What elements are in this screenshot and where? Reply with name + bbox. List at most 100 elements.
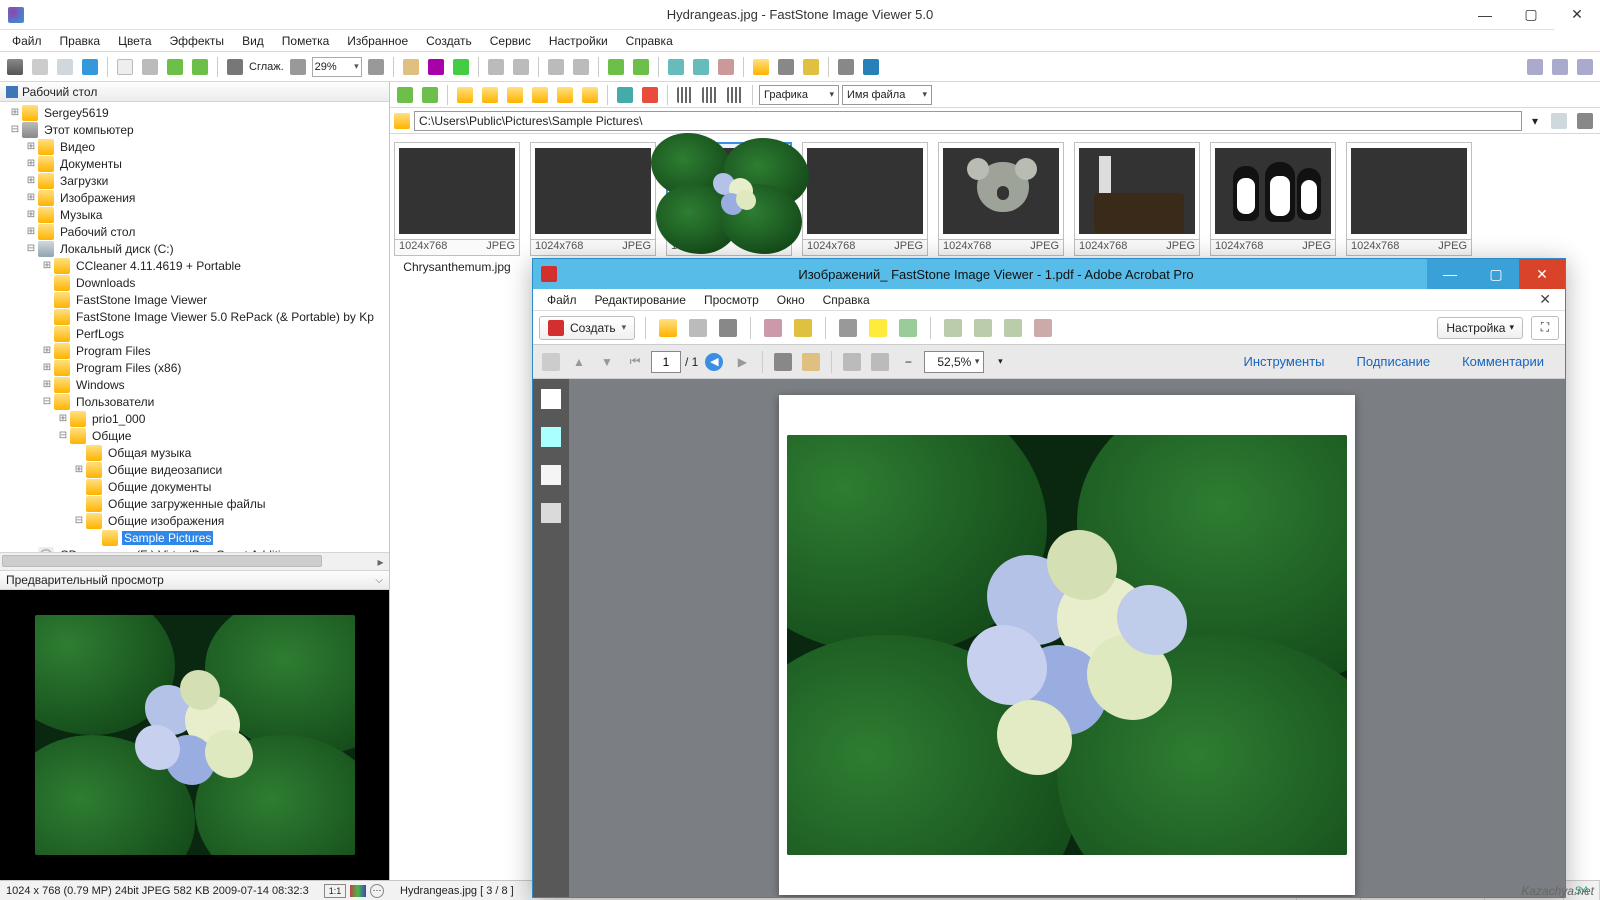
layout-1-icon[interactable]	[1524, 56, 1546, 78]
folder-5-icon[interactable]	[554, 84, 576, 106]
acrobat-doc-close-icon[interactable]: ✕	[1531, 289, 1559, 310]
tree-node[interactable]: ⊟Общие	[0, 427, 389, 444]
acrobat-tab-Подписание[interactable]: Подписание	[1342, 349, 1446, 374]
tree-twisty-icon[interactable]: ⊞	[72, 464, 86, 475]
preview-collapse-icon[interactable]: ⌵	[375, 575, 383, 586]
layout-2-icon[interactable]	[1549, 56, 1571, 78]
nav-back-icon[interactable]	[394, 84, 416, 106]
tree-twisty-icon[interactable]: ⊞	[40, 345, 54, 356]
acrobat-more-icon[interactable]: ▾	[988, 350, 1012, 374]
scan-icon[interactable]	[114, 56, 136, 78]
acrobat-bookmark-icon[interactable]	[541, 427, 561, 447]
acrobat-minus-icon[interactable]: −	[896, 350, 920, 374]
menu-Пометка[interactable]: Пометка	[274, 32, 338, 50]
acrobat-open-icon[interactable]	[656, 316, 680, 340]
acrobat-t3-icon[interactable]	[1001, 316, 1025, 340]
crop-icon[interactable]	[139, 56, 161, 78]
scroll-thumb[interactable]	[2, 555, 322, 567]
acrobat-titlebar[interactable]: Изображений_ FastStone Image Viewer - 1.…	[533, 259, 1565, 289]
tree-node[interactable]: ⊞Sergey5619	[0, 104, 389, 121]
menu-Сервис[interactable]: Сервис	[482, 32, 539, 50]
tree-twisty-icon[interactable]: ⊞	[40, 379, 54, 390]
acrobat-settings-button[interactable]: Настройка▾	[1437, 317, 1523, 339]
acrobat-nav-prev-icon[interactable]: ◀	[702, 350, 726, 374]
menu-Справка[interactable]: Справка	[618, 32, 681, 50]
acrobat-sign-icon[interactable]	[541, 503, 561, 523]
tree-twisty-icon[interactable]: ⊞	[24, 192, 38, 203]
tree-h-scrollbar[interactable]: ◂ ▸	[0, 552, 389, 570]
tree-twisty-icon[interactable]: ⊟	[40, 396, 54, 407]
filter-combo[interactable]: Графика	[759, 85, 839, 105]
tree-twisty-icon[interactable]: ⊟	[72, 515, 86, 526]
tree-node[interactable]: ⊞Общие видеозаписи	[0, 461, 389, 478]
acrobat-page-view[interactable]	[569, 379, 1565, 897]
view-details-icon[interactable]	[724, 84, 746, 106]
next-icon[interactable]	[510, 56, 532, 78]
acrobat-attach-icon[interactable]	[541, 465, 561, 485]
menu-Избранное[interactable]: Избранное	[339, 32, 416, 50]
tree-twisty-icon[interactable]: ⊞	[40, 362, 54, 373]
copy-icon[interactable]	[54, 56, 76, 78]
acrobat-tab-Инструменты[interactable]: Инструменты	[1228, 349, 1339, 374]
acrobat-zoomout-icon[interactable]	[840, 350, 864, 374]
acrobat-t2-icon[interactable]	[971, 316, 995, 340]
tree-node[interactable]: ⊟Общие изображения	[0, 512, 389, 529]
tree-twisty-icon[interactable]: ⊞	[8, 107, 22, 118]
nav-fwd-icon[interactable]	[419, 84, 441, 106]
one-to-one-button[interactable]: 1:1	[324, 884, 346, 898]
thumbnail[interactable]: 1024x768JPEG	[1210, 142, 1336, 274]
acrobat-create-button[interactable]: Создать ▾	[539, 316, 635, 340]
explorer-icon[interactable]	[1574, 110, 1596, 132]
tree-node[interactable]: ⊞Видео	[0, 138, 389, 155]
camera-icon[interactable]	[4, 56, 26, 78]
reload-icon[interactable]	[630, 56, 652, 78]
zoom-out-icon[interactable]	[287, 56, 309, 78]
last-icon[interactable]	[570, 56, 592, 78]
thumbnail[interactable]: 1024x768JPEG	[1074, 142, 1200, 274]
acrobat-menu-Редактирование[interactable]: Редактирование	[587, 291, 694, 309]
acrobat-edit-icon[interactable]	[761, 316, 785, 340]
tree-twisty-icon[interactable]: ⊟	[24, 243, 38, 254]
select-all-icon[interactable]	[614, 84, 636, 106]
tree-twisty-icon[interactable]: ⊞	[40, 260, 54, 271]
menu-Создать[interactable]: Создать	[418, 32, 480, 50]
path-input[interactable]: C:\Users\Public\Pictures\Sample Pictures…	[414, 111, 1522, 131]
acrobat-tab-Комментарии[interactable]: Комментарии	[1447, 349, 1559, 374]
tree-twisty-icon[interactable]: ⊞	[24, 209, 38, 220]
thumbnail[interactable]: 1024x768JPEG	[666, 142, 792, 274]
copy-path-icon[interactable]	[1548, 110, 1570, 132]
info-small-icon[interactable]: ⋯	[370, 884, 384, 898]
acrobat-print-icon[interactable]	[716, 316, 740, 340]
tree-node[interactable]: ⊞Документы	[0, 155, 389, 172]
cut-icon[interactable]	[29, 56, 51, 78]
tree-twisty-icon[interactable]: ⊟	[56, 430, 70, 441]
tree-node[interactable]: FastStone Image Viewer 5.0 RePack (& Por…	[0, 308, 389, 325]
tree-node[interactable]: PerfLogs	[0, 325, 389, 342]
tree-node[interactable]: ⊞prio1_000	[0, 410, 389, 427]
acrobat-down-icon[interactable]: ▼	[595, 350, 619, 374]
thumbnail[interactable]: 1024x768JPEG	[802, 142, 928, 274]
zoom-in-icon[interactable]	[365, 56, 387, 78]
refresh-icon[interactable]	[605, 56, 627, 78]
menu-Настройки[interactable]: Настройки	[541, 32, 616, 50]
rotate-left-icon[interactable]	[164, 56, 186, 78]
view-thumbs-icon[interactable]	[674, 84, 696, 106]
tree-node[interactable]: ⊞Program Files (x86)	[0, 359, 389, 376]
folder-6-icon[interactable]	[579, 84, 601, 106]
tree-node[interactable]: Sample Pictures	[0, 529, 389, 546]
acrobat-menu-Просмотр[interactable]: Просмотр	[696, 291, 767, 309]
green-sq-icon[interactable]	[450, 56, 472, 78]
home-folder-icon[interactable]	[479, 84, 501, 106]
acrobat-comment-icon[interactable]	[866, 316, 890, 340]
path-dropdown-icon[interactable]: ▾	[1526, 110, 1544, 132]
print-icon[interactable]	[775, 56, 797, 78]
tree-node[interactable]: ⊟Этот компьютер	[0, 121, 389, 138]
acrobat-hand-icon[interactable]	[799, 350, 823, 374]
tree-twisty-icon[interactable]: ⊞	[24, 158, 38, 169]
acrobat-share-icon[interactable]	[896, 316, 920, 340]
folder-open-icon[interactable]	[750, 56, 772, 78]
sort-combo[interactable]: Имя файла	[842, 85, 932, 105]
tool-b-icon[interactable]	[690, 56, 712, 78]
hand-icon[interactable]	[400, 56, 422, 78]
preview-pane[interactable]	[0, 590, 389, 880]
